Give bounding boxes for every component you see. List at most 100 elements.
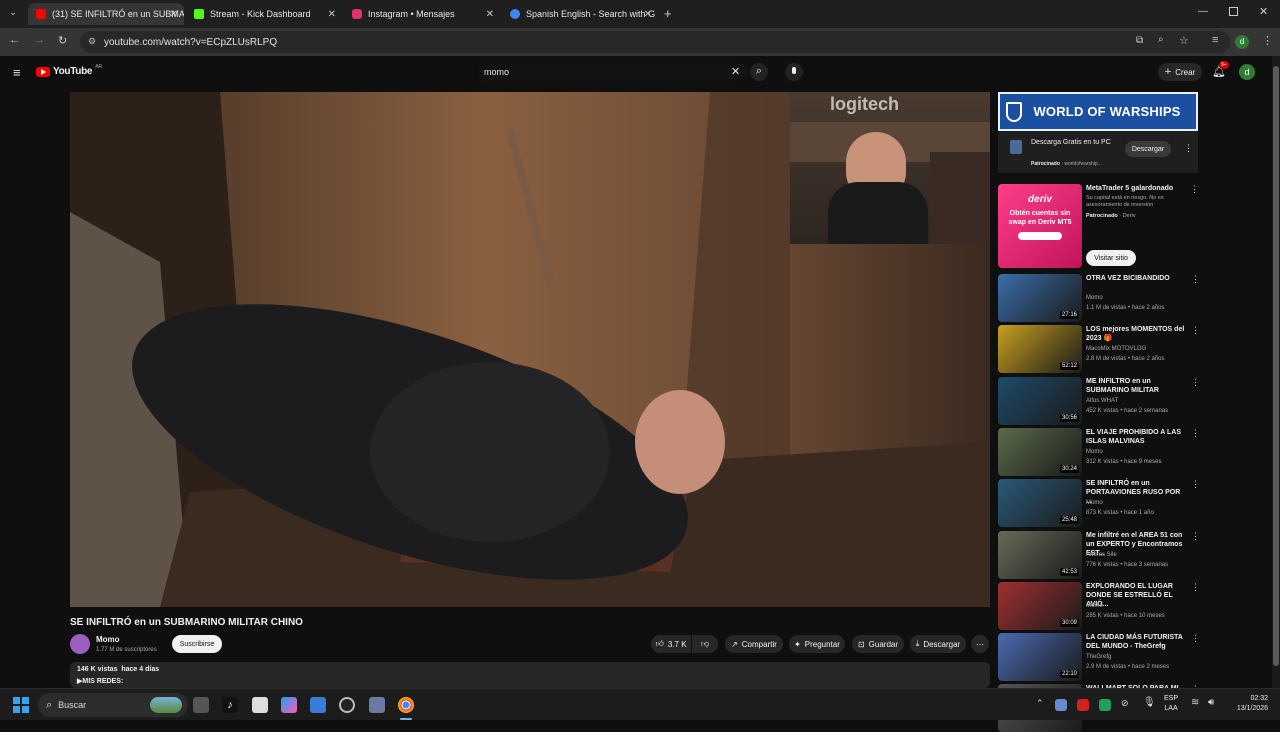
ad2-card[interactable]: deriv Obtén cuentas sin swap en Deriv MT… <box>998 184 1202 268</box>
minimize-button[interactable]: — <box>1198 6 1208 17</box>
recommended-video[interactable]: 27:16 OTRA VEZ BICIBANDIDO Momo 1.1 M de vi… <box>998 274 1202 322</box>
ad-banner[interactable]: WORLD OF WARSHIPS <box>998 92 1198 131</box>
close-tab-icon[interactable]: ✕ <box>486 9 494 20</box>
close-tab-icon[interactable]: ✕ <box>328 9 336 20</box>
channel-name[interactable]: Momo <box>1086 449 1103 455</box>
volume-icon[interactable]: 🔊︎ <box>1208 697 1214 708</box>
ask-button[interactable]: ✦ Preguntar <box>789 635 845 653</box>
tab-instagram[interactable]: Instagram • Mensajes ✕ <box>344 3 500 25</box>
network-icon[interactable]: ⊘ <box>1121 698 1129 709</box>
more-options-icon[interactable]: ⋮ <box>1191 633 1200 644</box>
input-language[interactable]: ESP LAA <box>1164 694 1178 714</box>
install-icon[interactable]: ⧉ <box>1136 35 1143 46</box>
more-options-icon[interactable]: ⋮ <box>1191 274 1200 285</box>
subscribe-button[interactable]: Suscribirse <box>172 635 222 653</box>
profile-avatar[interactable]: d <box>1235 35 1249 49</box>
more-options-icon[interactable]: ⋮ <box>1191 582 1200 593</box>
channel-name[interactable]: TheGrefg <box>1086 654 1111 660</box>
more-options-icon[interactable]: ⋮ <box>1191 428 1200 439</box>
recommended-video[interactable]: 42:53 Me infiltré en el AREA 51 con un EX… <box>998 530 1202 579</box>
video-thumbnail[interactable]: 25:48 <box>998 479 1082 528</box>
create-button[interactable]: + Crear <box>1158 63 1202 81</box>
recommended-video[interactable]: 30:56 ME INFILTRO en un SUBMARINO MILITAR… <box>998 376 1202 425</box>
browser-menu-icon[interactable]: ⋮ <box>1262 34 1273 47</box>
tray-app-icon[interactable] <box>1099 699 1111 711</box>
close-tab-icon[interactable]: ✕ <box>644 9 652 20</box>
channel-name[interactable]: MacoMix MOTOVLOG <box>1086 346 1146 352</box>
wifi-icon[interactable]: ≋ <box>1191 697 1199 708</box>
recommended-video[interactable]: 22:10 LA CIUDAD MÁS FUTURISTA DEL MUNDO -… <box>998 633 1202 682</box>
new-tab-button[interactable]: + <box>664 6 672 21</box>
site-info-icon[interactable]: ⚙ <box>88 36 96 47</box>
video-thumbnail[interactable]: 30:56 <box>998 376 1082 425</box>
video-title[interactable]: LA CIUDAD MÁS FUTURISTA DEL MUNDO - TheG… <box>1086 633 1186 651</box>
video-title[interactable]: EL VIAJE PROHIBIDO A LAS ISLAS MALVINAS <box>1086 428 1186 446</box>
hamburger-menu-icon[interactable]: ≡ <box>13 65 21 80</box>
recommended-video[interactable]: 30:09 EXPLORANDO EL LUGAR DONDE SE ESTREL… <box>998 581 1202 630</box>
tray-overflow-icon[interactable]: ⌃ <box>1036 698 1044 709</box>
more-options-icon[interactable]: ⋮ <box>1191 531 1200 542</box>
back-icon[interactable]: ← <box>9 34 20 46</box>
recommended-video[interactable]: 25:48 SE INFILTRÓ en un PORTAAVIONES RUSO… <box>998 479 1202 528</box>
clock[interactable]: 02:32 13/1/2026 <box>1228 694 1268 714</box>
video-thumbnail[interactable]: 22:10 <box>998 633 1082 682</box>
zoom-icon[interactable]: ⌕ <box>1158 34 1164 45</box>
channel-name[interactable]: Alfos WHAT <box>1086 398 1118 404</box>
recommended-video[interactable]: 52:12 LOS mejores MOMENTOS del 2023 🎁 Maco… <box>998 325 1202 374</box>
share-button[interactable]: ↗ Compartir <box>725 635 783 653</box>
channel-name[interactable]: Momo <box>96 635 120 644</box>
like-button[interactable]: 👍︎ 3.7 K <box>651 635 691 653</box>
reload-icon[interactable]: ↻ <box>58 34 67 47</box>
page-scrollbar[interactable] <box>1272 56 1280 688</box>
ad-card[interactable]: Descarga Gratis en tu PC Patrocinado · w… <box>998 131 1198 173</box>
media-controls-icon[interactable]: ≡ <box>1212 34 1218 46</box>
file-icon[interactable] <box>252 697 268 713</box>
tab-google[interactable]: Spanish English - Search with G ✕ <box>502 3 658 25</box>
bookmark-star-icon[interactable]: ☆ <box>1179 34 1189 47</box>
channel-name[interactable]: Momo <box>1086 295 1103 301</box>
video-title[interactable]: LOS mejores MOMENTOS del 2023 🎁 <box>1086 325 1186 343</box>
more-options-icon[interactable]: ⋮ <box>1191 377 1200 388</box>
ad2-thumbnail[interactable]: deriv Obtén cuentas sin swap en Deriv MT… <box>998 184 1082 268</box>
taskbar-search[interactable]: ⌕ Buscar <box>38 693 188 717</box>
start-button[interactable] <box>13 697 29 713</box>
address-bar[interactable]: ⚙ youtube.com/watch?v=ECpZLUsRLPQ ⧉ ⌕ ☆ <box>80 31 1230 53</box>
visit-site-button[interactable]: Visitar sitio <box>1086 250 1136 266</box>
video-thumbnail[interactable]: 30:09 <box>998 581 1082 630</box>
voice-search-button[interactable] <box>785 63 803 81</box>
copilot-icon[interactable] <box>281 697 297 713</box>
channel-name[interactable]: Momo <box>1086 500 1103 506</box>
store-icon[interactable] <box>310 697 326 713</box>
tiktok-icon[interactable]: ♪ <box>222 697 238 713</box>
account-avatar[interactable]: d <box>1239 64 1255 80</box>
video-thumbnail[interactable]: 27:16 <box>998 274 1082 322</box>
tab-youtube[interactable]: (31) SE INFILTRÓ en un SUBMA ✕ <box>28 3 184 25</box>
close-window-button[interactable]: ✕ <box>1259 5 1268 18</box>
video-title[interactable]: OTRA VEZ BICIBANDIDO <box>1086 274 1186 283</box>
chrome-icon[interactable] <box>398 697 414 713</box>
youtube-logo[interactable]: YouTube AR <box>36 64 102 77</box>
scrollbar-thumb[interactable] <box>1273 66 1279 666</box>
settings-icon[interactable] <box>369 697 385 713</box>
tab-list-button[interactable]: ⌄ <box>6 7 20 21</box>
clear-search-icon[interactable]: ✕ <box>731 65 740 78</box>
close-tab-icon[interactable]: ✕ <box>170 9 178 20</box>
notifications-button[interactable]: 🔔︎ 9+ <box>1212 61 1229 78</box>
video-thumbnail[interactable]: 52:12 <box>998 325 1082 374</box>
forward-icon[interactable]: → <box>34 34 45 46</box>
recommended-video[interactable]: 30:24 EL VIAJE PROHIBIDO A LAS ISLAS MALV… <box>998 427 1202 476</box>
tray-app-icon[interactable] <box>1055 699 1067 711</box>
ad2-menu-icon[interactable]: ⋮ <box>1190 184 1199 195</box>
download-button[interactable]: ⤓ Descargar <box>910 635 966 653</box>
video-player[interactable]: logitech <box>70 92 990 607</box>
channel-name[interactable]: Momo <box>1086 603 1103 609</box>
task-view-icon[interactable] <box>193 697 209 713</box>
more-options-icon[interactable]: ⋮ <box>1191 325 1200 336</box>
more-options-icon[interactable]: ⋮ <box>1191 479 1200 490</box>
video-thumbnail[interactable]: 42:53 <box>998 530 1082 579</box>
search-input[interactable]: momo ✕ <box>478 62 748 82</box>
channel-name[interactable]: Andres Sile <box>1086 552 1117 558</box>
obs-icon[interactable] <box>339 697 355 713</box>
tray-app-icon[interactable] <box>1077 699 1089 711</box>
description-box[interactable]: 146 K vistas hace 4 días ▶MIS REDES: <box>70 662 990 688</box>
